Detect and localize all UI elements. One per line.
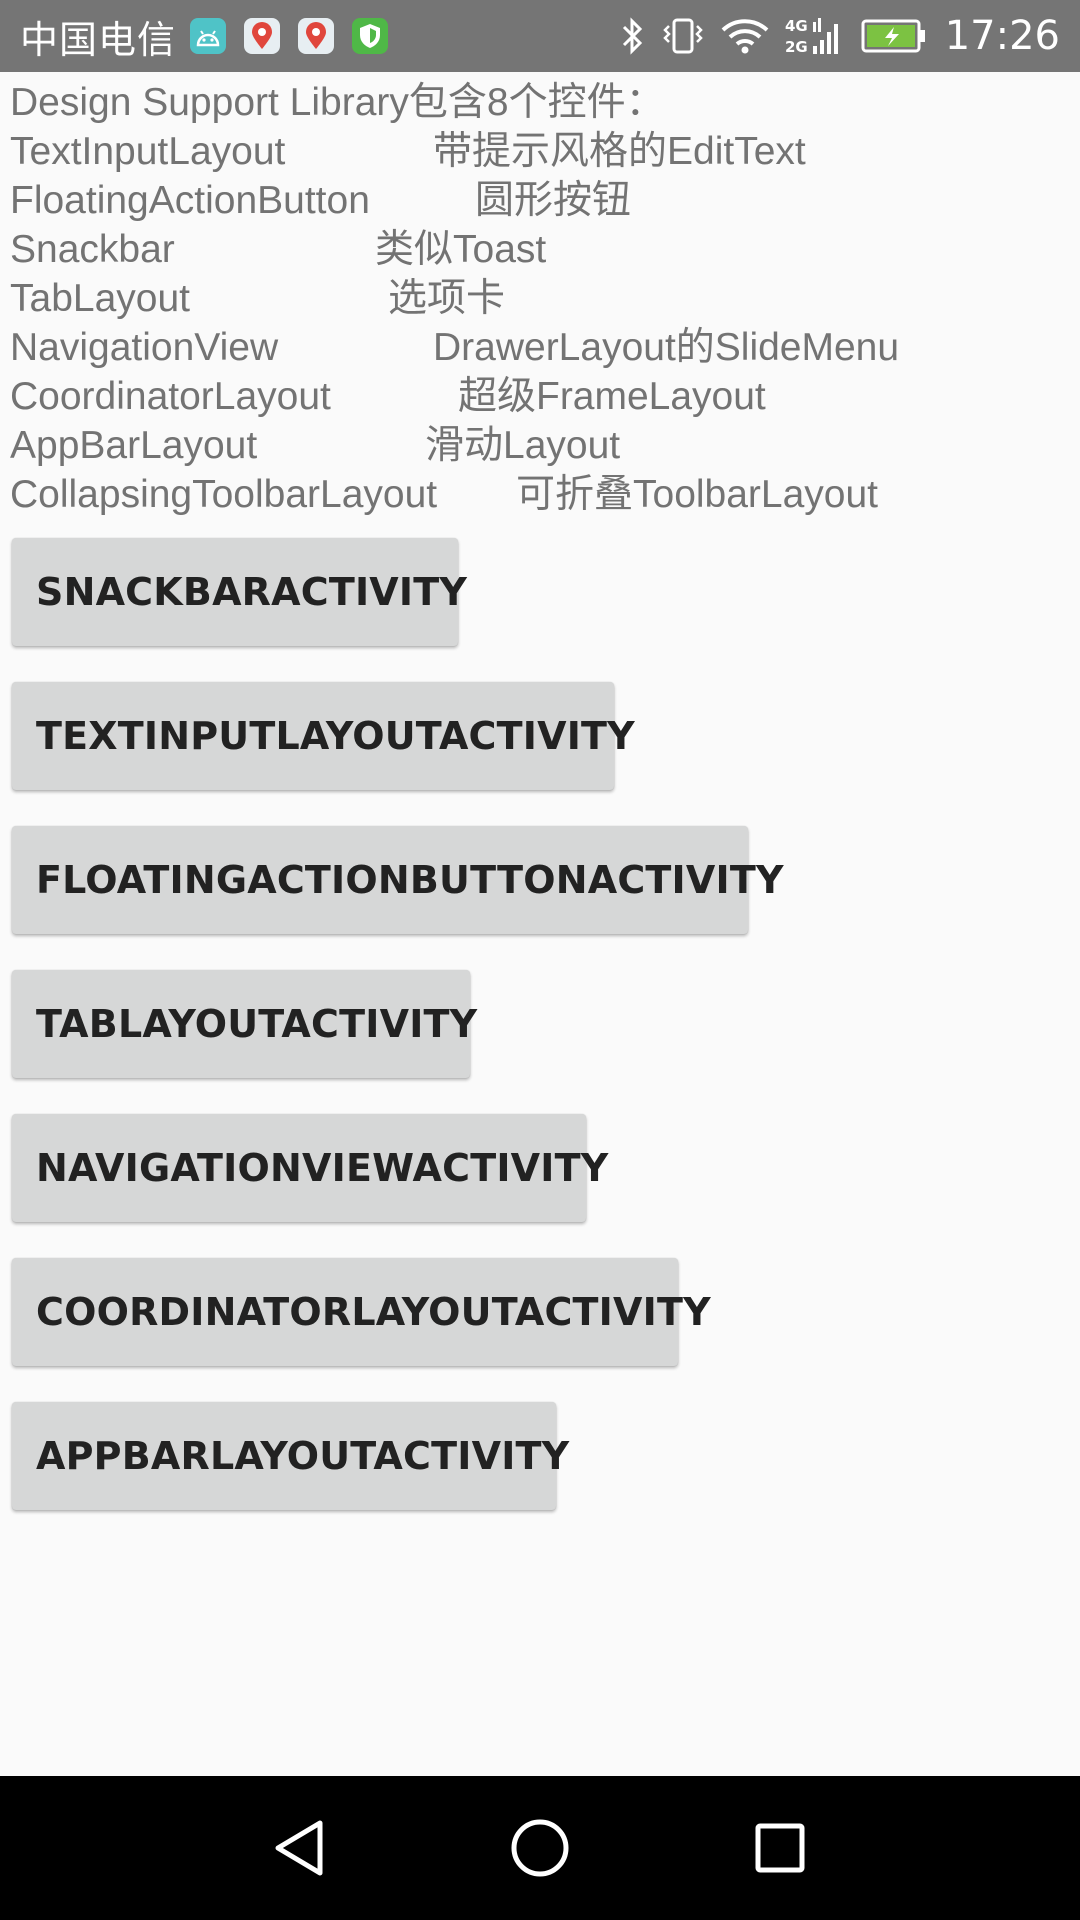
bluetooth-icon xyxy=(619,16,645,56)
control-description: 可折叠ToolbarLayout xyxy=(516,473,879,516)
control-description: 带提示风格的EditText xyxy=(433,130,806,173)
baidu-map-icon xyxy=(244,18,281,54)
coordinatorlayout-activity-button[interactable]: COORDINATORLAYOUTACTIVITY xyxy=(12,1258,711,1366)
floatingactionbutton-activity-button[interactable]: FLOATINGACTIONBUTTONACTIVITY xyxy=(12,826,783,934)
status-bar: 中国电信 4G 2G 17:26 xyxy=(0,0,1080,72)
back-icon[interactable] xyxy=(240,1788,360,1908)
control-description: DrawerLayout的SlideMenu xyxy=(433,326,900,369)
vibrate-icon xyxy=(661,16,705,56)
control-name: NavigationView xyxy=(10,326,279,369)
intro-row: AppBarLayout 滑动Layout xyxy=(10,421,1080,470)
control-name: CoordinatorLayout xyxy=(10,375,331,418)
intro-title: Design Support Library包含8个控件： xyxy=(10,78,1080,127)
control-description: 滑动Layout xyxy=(425,424,621,467)
signal-icon: 4G 2G xyxy=(785,14,845,58)
control-name: Snackbar xyxy=(10,228,175,271)
intro-row: CollapsingToolbarLayout 可折叠ToolbarLayout xyxy=(10,470,1080,519)
tablayout-activity-button[interactable]: TABLAYOUTACTIVITY xyxy=(12,970,477,1078)
wifi-icon xyxy=(721,16,769,56)
home-icon[interactable] xyxy=(480,1788,600,1908)
navigation-bar xyxy=(0,1776,1080,1920)
svg-text:2G: 2G xyxy=(785,38,808,56)
battery-icon xyxy=(861,18,927,54)
intro-row: TextInputLayout 带提示风格的EditText xyxy=(10,127,1080,176)
intro-row: TabLayout 选项卡 xyxy=(10,274,1080,323)
navigationview-activity-button[interactable]: NAVIGATIONVIEWACTIVITY xyxy=(12,1114,608,1222)
shield-icon xyxy=(352,18,389,54)
status-bar-left: 中国电信 xyxy=(20,9,406,64)
intro-text-block: Design Support Library包含8个控件： TextInputL… xyxy=(0,72,1080,519)
status-bar-right: 4G 2G 17:26 xyxy=(603,13,1060,59)
snackbar-activity-button[interactable]: SNACKBARACTIVITY xyxy=(12,538,467,646)
control-name: AppBarLayout xyxy=(10,424,258,467)
intro-row: NavigationView DrawerLayout的SlideMenu xyxy=(10,323,1080,372)
intro-title-text: Design Support Library包含8个控件： xyxy=(10,81,665,124)
control-name: FloatingActionButton xyxy=(10,179,370,222)
control-description: 圆形按钮 xyxy=(475,179,632,222)
android-icon xyxy=(190,18,227,54)
textinputlayout-activity-button[interactable]: TEXTINPUTLAYOUTACTIVITY xyxy=(12,682,635,790)
clock: 17:26 xyxy=(944,13,1060,59)
control-name: CollapsingToolbarLayout xyxy=(10,473,438,516)
intro-row: FloatingActionButton 圆形按钮 xyxy=(10,176,1080,225)
carrier-label: 中国电信 xyxy=(20,17,177,62)
intro-row: CoordinatorLayout 超级FrameLayout xyxy=(10,372,1080,421)
main-content: Design Support Library包含8个控件： TextInputL… xyxy=(0,72,1080,1776)
svg-text:4G: 4G xyxy=(785,17,808,35)
control-description: 选项卡 xyxy=(388,277,506,320)
control-description: 超级FrameLayout xyxy=(458,375,766,418)
recents-icon[interactable] xyxy=(720,1788,840,1908)
activity-button-list: SNACKBARACTIVITY TEXTINPUTLAYOUTACTIVITY… xyxy=(12,538,783,1546)
control-description: 类似Toast xyxy=(375,228,547,271)
appbarlayout-activity-button[interactable]: APPBARLAYOUTACTIVITY xyxy=(12,1402,569,1510)
baidu-map-icon xyxy=(298,18,335,54)
intro-row: Snackbar 类似Toast xyxy=(10,225,1080,274)
control-name: TextInputLayout xyxy=(10,130,286,173)
control-name: TabLayout xyxy=(10,277,190,320)
